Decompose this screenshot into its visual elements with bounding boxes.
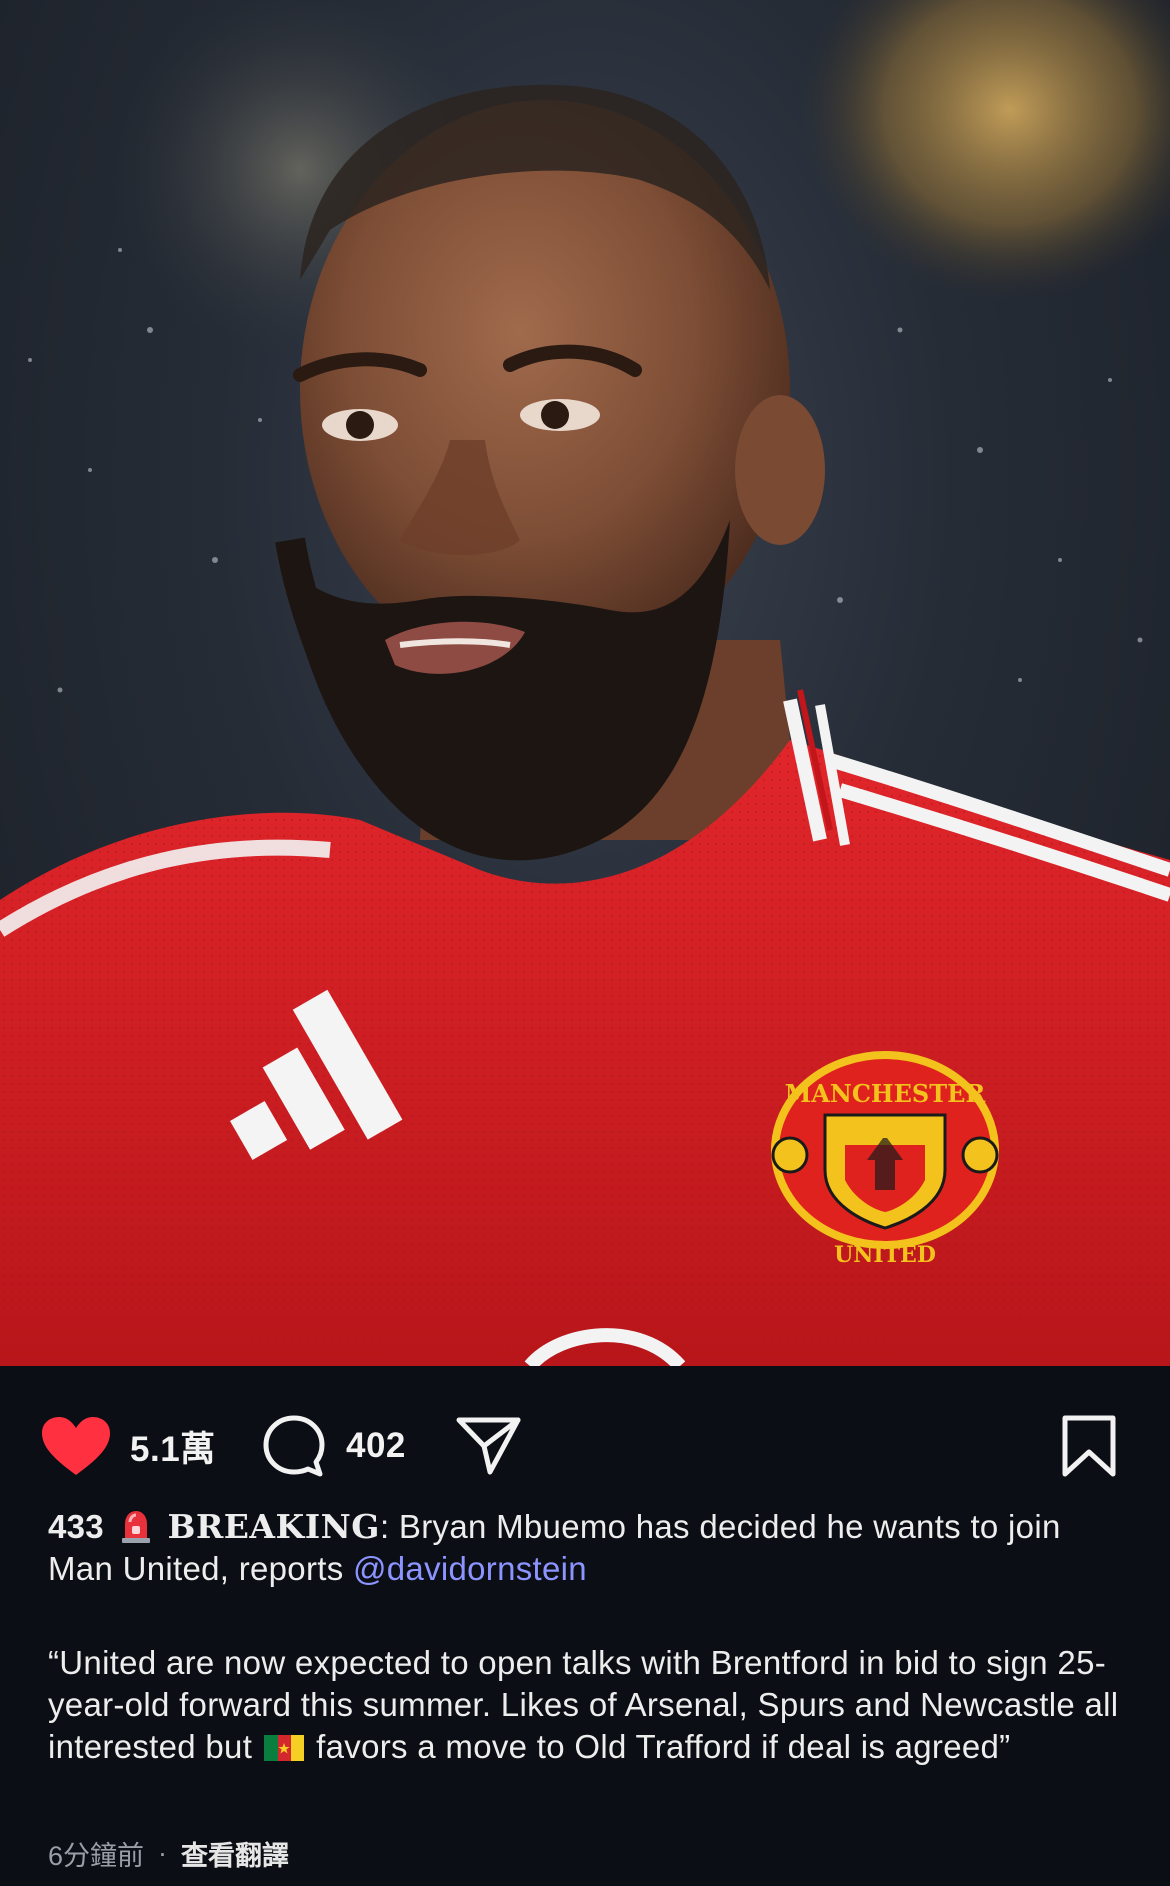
see-translation-link[interactable]: 查看翻譯: [181, 1834, 289, 1873]
post-caption: 433 BREAKING: Bryan Mbuemo has decided h…: [48, 1506, 1128, 1768]
comment-count[interactable]: 402: [346, 1426, 406, 1466]
meta-separator: ·: [158, 1838, 168, 1868]
share-action: [456, 1406, 522, 1486]
post-timestamp: 6分鐘前: [48, 1841, 145, 1871]
crest-top-text: MANCHESTER: [785, 1079, 987, 1108]
speech-bubble-icon[interactable]: [262, 1414, 326, 1478]
quote-text-part2: favors a move to Old Trafford if deal is…: [316, 1728, 1011, 1765]
post-meta: 6分鐘前 · 查看翻譯: [48, 1834, 289, 1873]
siren-emoji-icon: [122, 1511, 151, 1543]
bookmark-icon[interactable]: [1060, 1414, 1118, 1478]
save-action: [1060, 1406, 1118, 1486]
breaking-label: BREAKING: [167, 1507, 380, 1546]
author-username[interactable]: 433: [48, 1508, 104, 1545]
caption-headline-paragraph: 433 BREAKING: Bryan Mbuemo has decided h…: [48, 1506, 1128, 1590]
mention-link[interactable]: @davidornstein: [353, 1550, 587, 1587]
like-action: 5.1萬: [40, 1406, 216, 1486]
comment-action: 402: [262, 1406, 406, 1486]
post-action-bar: 5.1萬 402: [0, 1366, 1170, 1516]
post-image[interactable]: MANCHESTER UNITED: [0, 0, 1170, 1366]
like-count[interactable]: 5.1萬: [130, 1421, 216, 1472]
heart-filled-icon[interactable]: [40, 1415, 112, 1477]
player-photo: MANCHESTER UNITED: [0, 0, 1170, 1366]
caption-quote: “United are now expected to open talks w…: [48, 1642, 1128, 1768]
cameroon-flag-icon: [264, 1735, 305, 1761]
crest-bottom-text: UNITED: [834, 1242, 936, 1268]
paper-plane-icon[interactable]: [456, 1416, 522, 1476]
